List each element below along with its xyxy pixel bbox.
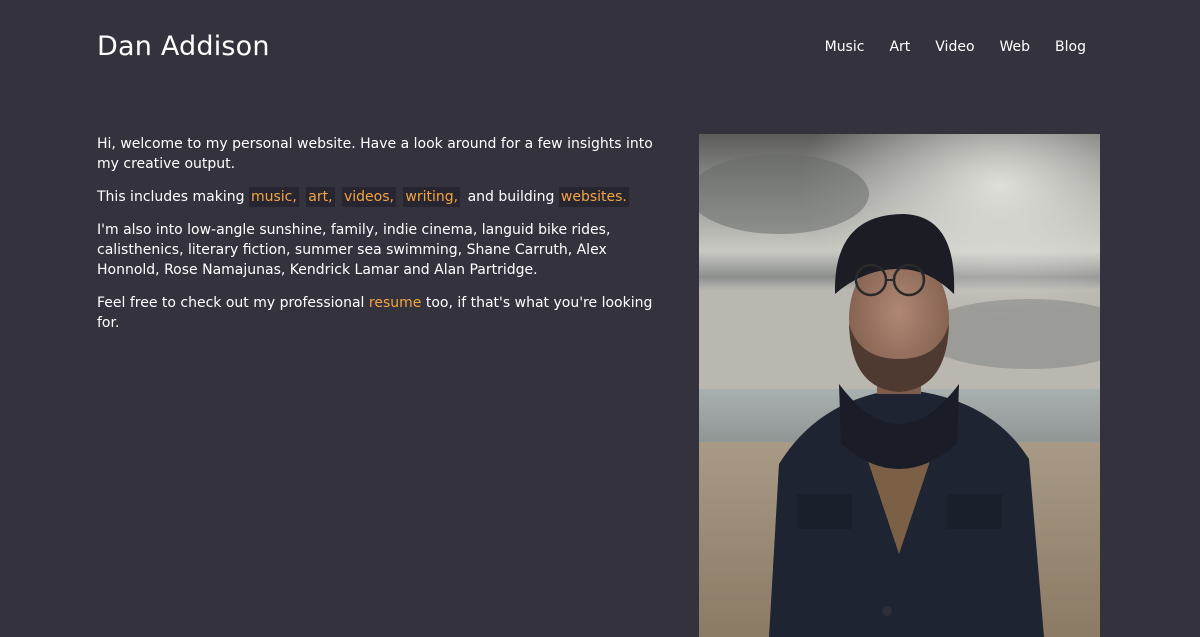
videos-link[interactable]: videos, [341, 187, 396, 207]
writing-link[interactable]: writing, [403, 187, 461, 207]
intro-resume: Feel free to check out my professional r… [97, 293, 667, 333]
intro-resume-prefix: Feel free to check out my professional [97, 295, 365, 311]
intro-welcome: Hi, welcome to my personal website. Have… [97, 136, 653, 172]
resume-link[interactable]: resume [369, 295, 421, 311]
nav-link-video[interactable]: Video [935, 37, 974, 57]
nav-link-web[interactable]: Web [1000, 37, 1031, 57]
intro-interests: I'm also into low-angle sunshine, family… [97, 222, 611, 278]
site-title[interactable]: Dan Addison [97, 28, 270, 66]
websites-link[interactable]: websites. [558, 187, 629, 207]
nav-link-art[interactable]: Art [889, 37, 910, 57]
main-nav: Music Art Video Web Blog [800, 37, 1086, 57]
nav-link-blog[interactable]: Blog [1055, 37, 1086, 57]
music-link[interactable]: music, [248, 187, 299, 207]
intro-includes-prefix: This includes making [97, 189, 245, 205]
portrait-image [699, 134, 1100, 637]
intro-includes: This includes making music, art, videos,… [97, 187, 667, 207]
nav-link-music[interactable]: Music [825, 37, 865, 57]
intro-includes-middle: and building [467, 189, 555, 205]
intro-text: Hi, welcome to my personal website. Have… [97, 134, 667, 346]
art-link[interactable]: art, [306, 187, 335, 207]
portrait-photo [699, 134, 1100, 637]
